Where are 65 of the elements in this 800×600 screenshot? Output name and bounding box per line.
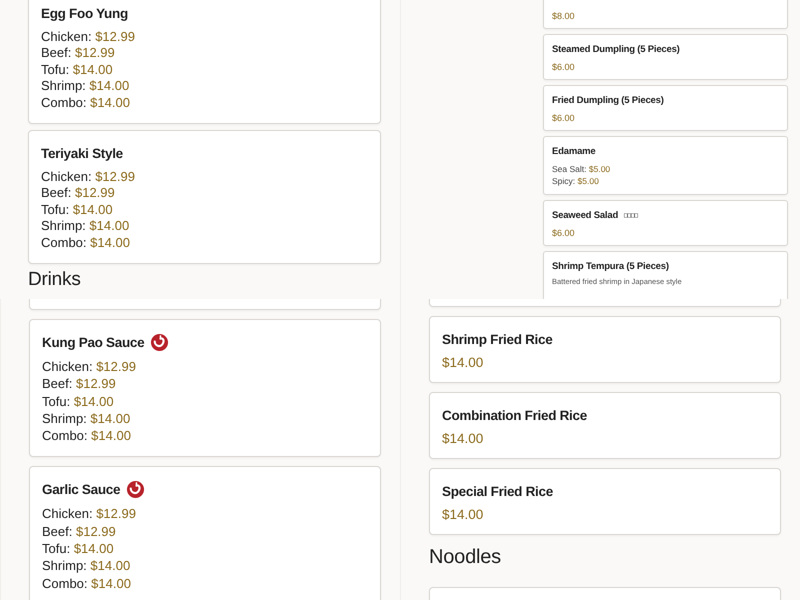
option-label: Combo: [42, 576, 88, 591]
option-label: Shrimp: [41, 78, 86, 94]
option-label: Combo: [41, 94, 87, 110]
option-price: $14.00 [90, 410, 130, 426]
section-heading: Drinks [28, 270, 82, 291]
item-name: Teriyaki Style [41, 146, 123, 161]
option-label: Beef: [41, 185, 72, 200]
item-price: $8.00 [552, 11, 576, 21]
option-label: Spicy: [552, 176, 576, 186]
section-heading: Noodles [429, 546, 502, 568]
item-name: Edamame [552, 146, 596, 156]
item-price: $6.00 [552, 62, 576, 72]
item-price: $14.00 [442, 355, 484, 370]
option-price: $12.99 [96, 506, 136, 522]
option-label: Shrimp: [42, 410, 87, 426]
item-name: Garlic Sauce [42, 482, 120, 497]
option-price: $12.99 [74, 45, 115, 60]
item-name: Seaweed Salad [552, 210, 618, 220]
option-price: $14.00 [72, 202, 113, 217]
option-price: $12.99 [95, 29, 135, 44]
option-price: $14.00 [74, 541, 114, 556]
item-name: Shrimp Fried Rice [442, 332, 552, 346]
option-label: Chicken: [42, 359, 93, 374]
option-price: $14.00 [89, 218, 130, 234]
item-price: $6.00 [552, 113, 576, 123]
option-price: $12.99 [76, 376, 116, 392]
option-label: Tofu: [41, 202, 70, 217]
option-label: Combo: [42, 428, 88, 444]
option-label: Shrimp: [41, 218, 86, 234]
item-name: Steamed Dumpling (5 Pieces) [552, 44, 680, 54]
option-label: Tofu: [42, 541, 70, 556]
option-label: Tofu: [41, 62, 70, 77]
item-name: Shrimp Tempura (5 Pieces) [552, 260, 669, 272]
option-label: Chicken: [41, 29, 92, 44]
item-name: Kung Pao Sauce [42, 334, 144, 350]
option-label: Tofu: [42, 394, 70, 409]
option-price: $12.99 [96, 359, 136, 374]
option-price: $12.99 [95, 169, 135, 184]
item-price: $6.00 [552, 228, 576, 238]
option-label: Combo: [41, 234, 87, 250]
option-label: Chicken: [41, 169, 92, 184]
item-price: $14.00 [442, 507, 484, 522]
option-price: $14.00 [90, 94, 130, 110]
option-label: Chicken: [42, 506, 93, 522]
option-price: $12.99 [74, 185, 115, 200]
option-price: $14.00 [91, 428, 131, 444]
option-label: Beef: [42, 524, 72, 539]
option-label: Beef: [41, 45, 72, 60]
option-price: $14.00 [74, 394, 114, 409]
item-name: Egg Foo Yung [41, 6, 128, 20]
option-price: $14.00 [89, 78, 130, 94]
option-price: $5.00 [588, 164, 610, 174]
item-name: Fried Dumpling (5 Pieces) [552, 94, 664, 106]
option-label: Shrimp: [42, 558, 87, 574]
item-name: Special Fried Rice [442, 484, 553, 498]
option-label: Beef: [42, 376, 72, 392]
option-price: $12.99 [76, 524, 116, 539]
option-label: Sea Salt: [552, 164, 586, 174]
option-price: $14.00 [90, 234, 130, 250]
option-price: $5.00 [578, 176, 599, 186]
option-price: $14.00 [90, 558, 130, 574]
option-price: $14.00 [72, 62, 113, 77]
item-name: Combination Fried Rice [442, 408, 587, 422]
item-price: $14.00 [442, 431, 484, 446]
option-price: $14.00 [91, 576, 131, 591]
